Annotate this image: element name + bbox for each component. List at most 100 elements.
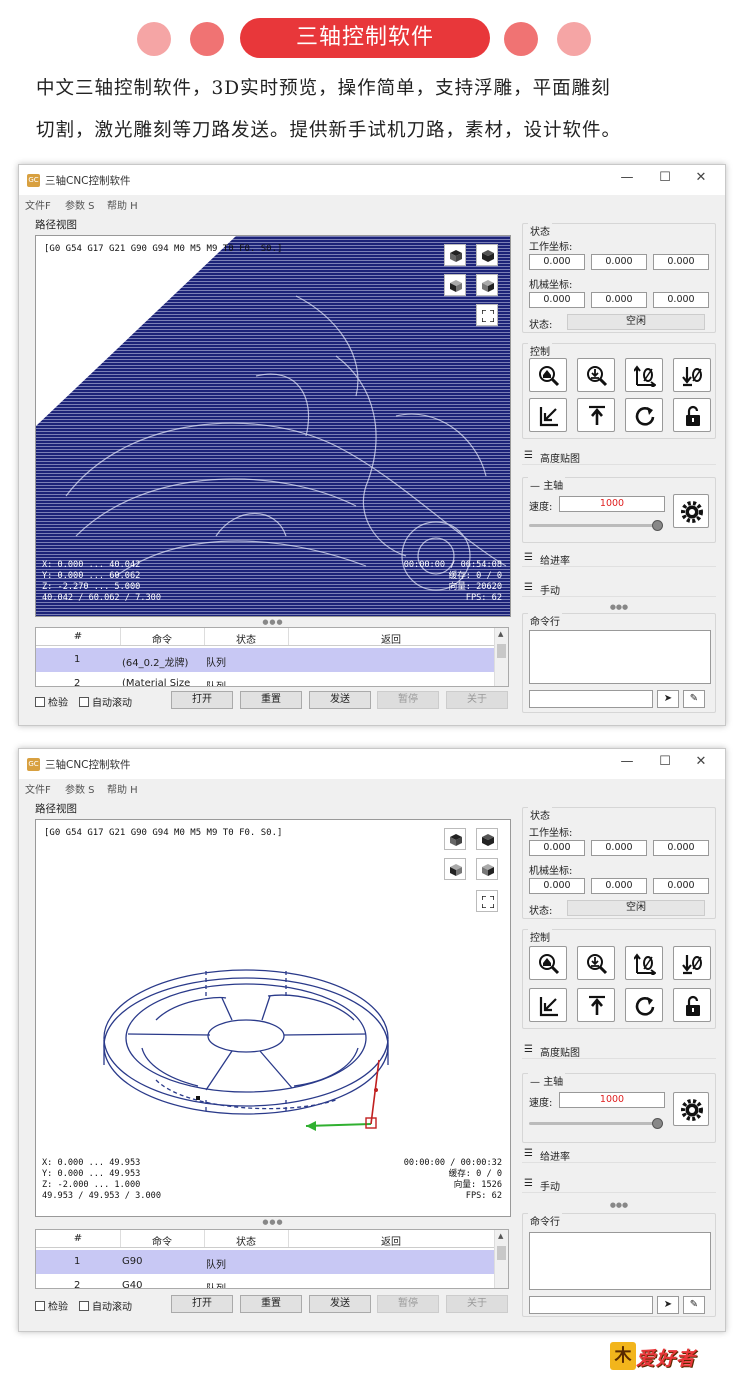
zero-z-button[interactable]: [673, 358, 711, 392]
home-button[interactable]: [529, 946, 567, 980]
table-scrollbar[interactable]: ▲: [494, 628, 508, 686]
col-status[interactable]: 状态: [204, 631, 288, 646]
splitter-handle[interactable]: ●●●: [35, 618, 511, 626]
raise-z-button[interactable]: [577, 398, 615, 432]
col-num[interactable]: #: [36, 1233, 120, 1244]
menu-params[interactable]: 参数 S: [65, 781, 95, 796]
work-z-field[interactable]: 0.000: [653, 254, 709, 270]
menu-file[interactable]: 文件F: [25, 781, 51, 796]
menu-file[interactable]: 文件F: [25, 197, 51, 212]
spindle-toggle-button[interactable]: [673, 494, 709, 528]
menu-help[interactable]: 帮助 H: [107, 781, 138, 796]
about-button[interactable]: 关于: [446, 1295, 508, 1313]
spindle-speed-slider[interactable]: [529, 1118, 663, 1129]
reset-button[interactable]: 重置: [240, 1295, 302, 1313]
zero-z-button[interactable]: [673, 946, 711, 980]
col-command[interactable]: 命令: [120, 1233, 204, 1248]
machine-y-field[interactable]: 0.000: [591, 292, 647, 308]
close-button[interactable]: ✕: [691, 754, 711, 769]
work-x-field[interactable]: 0.000: [529, 254, 585, 270]
probe-button[interactable]: [577, 946, 615, 980]
view-top-button[interactable]: [444, 828, 466, 850]
path-view-canvas[interactable]: [G0 G54 G17 G21 G90 G94 M0 M5 M9 T0 F0. …: [35, 819, 511, 1217]
splitter-handle[interactable]: ●●●: [522, 1201, 716, 1209]
path-view-canvas[interactable]: [G0 G54 G17 G21 G90 G94 M0 M5 M9 T0 F0. …: [35, 235, 511, 617]
about-button[interactable]: 关于: [446, 691, 508, 709]
reset-machine-button[interactable]: [625, 988, 663, 1022]
clear-command-button[interactable]: ✎: [683, 690, 705, 708]
title-bar[interactable]: GC 三轴CNC控制软件 — ☐ ✕: [19, 165, 725, 195]
table-row[interactable]: 1 G90 队列: [36, 1250, 494, 1274]
work-y-field[interactable]: 0.000: [591, 254, 647, 270]
raise-z-button[interactable]: [577, 988, 615, 1022]
col-num[interactable]: #: [36, 631, 120, 642]
reset-button[interactable]: 重置: [240, 691, 302, 709]
send-command-button[interactable]: ➤: [657, 1296, 679, 1314]
table-scrollbar[interactable]: ▲: [494, 1230, 508, 1288]
splitter-handle[interactable]: ●●●: [522, 603, 716, 611]
send-button[interactable]: 发送: [309, 691, 371, 709]
open-button[interactable]: 打开: [171, 1295, 233, 1313]
col-response[interactable]: 返回: [288, 631, 494, 646]
fit-view-button[interactable]: [476, 890, 498, 912]
send-button[interactable]: 发送: [309, 1295, 371, 1313]
view-front-button[interactable]: [476, 828, 498, 850]
machine-x-field[interactable]: 0.000: [529, 878, 585, 894]
col-command[interactable]: 命令: [120, 631, 204, 646]
minimize-button[interactable]: —: [617, 754, 637, 769]
spindle-speed-input[interactable]: 1000: [559, 496, 665, 512]
view-iso-button[interactable]: [476, 858, 498, 880]
home-button[interactable]: [529, 358, 567, 392]
check-verify[interactable]: 检验: [35, 694, 68, 709]
table-row[interactable]: 1 (64_0.2_龙牌) 队列: [36, 648, 494, 672]
spindle-speed-input[interactable]: 1000: [559, 1092, 665, 1108]
view-left-button[interactable]: [444, 274, 466, 296]
check-autoscroll[interactable]: 自动滚动: [79, 694, 132, 709]
view-iso-button[interactable]: [476, 274, 498, 296]
maximize-button[interactable]: ☐: [655, 754, 675, 769]
menu-params[interactable]: 参数 S: [65, 197, 95, 212]
send-command-button[interactable]: ➤: [657, 690, 679, 708]
table-row[interactable]: 2 G40 队列: [36, 1274, 494, 1288]
spindle-speed-slider[interactable]: [529, 520, 663, 531]
zero-xy-button[interactable]: [625, 358, 663, 392]
pause-button[interactable]: 暂停: [377, 691, 439, 709]
view-front-button[interactable]: [476, 244, 498, 266]
section-height-map[interactable]: ☰ 高度贴图: [522, 447, 716, 465]
section-height-map[interactable]: ☰ 高度贴图: [522, 1041, 716, 1059]
machine-y-field[interactable]: 0.000: [591, 878, 647, 894]
col-status[interactable]: 状态: [204, 1233, 288, 1248]
maximize-button[interactable]: ☐: [655, 170, 675, 185]
section-feed-rate[interactable]: ☰ 给进率: [522, 1145, 716, 1163]
reset-machine-button[interactable]: [625, 398, 663, 432]
work-x-field[interactable]: 0.000: [529, 840, 585, 856]
spindle-toggle-button[interactable]: [673, 1092, 709, 1126]
section-feed-rate[interactable]: ☰ 给进率: [522, 549, 716, 567]
command-input[interactable]: [529, 690, 653, 708]
machine-x-field[interactable]: 0.000: [529, 292, 585, 308]
col-response[interactable]: 返回: [288, 1233, 494, 1248]
unlock-button[interactable]: [673, 988, 711, 1022]
pause-button[interactable]: 暂停: [377, 1295, 439, 1313]
work-z-field[interactable]: 0.000: [653, 840, 709, 856]
return-origin-button[interactable]: [529, 398, 567, 432]
check-autoscroll[interactable]: 自动滚动: [79, 1298, 132, 1313]
probe-button[interactable]: [577, 358, 615, 392]
title-bar[interactable]: GC 三轴CNC控制软件 — ☐ ✕: [19, 749, 725, 779]
work-y-field[interactable]: 0.000: [591, 840, 647, 856]
table-row[interactable]: 2 (Material Size 队列: [36, 672, 494, 686]
close-button[interactable]: ✕: [691, 170, 711, 185]
unlock-button[interactable]: [673, 398, 711, 432]
fit-view-button[interactable]: [476, 304, 498, 326]
machine-z-field[interactable]: 0.000: [653, 878, 709, 894]
section-manual[interactable]: ☰ 手动: [522, 1175, 716, 1193]
return-origin-button[interactable]: [529, 988, 567, 1022]
zero-xy-button[interactable]: [625, 946, 663, 980]
check-verify[interactable]: 检验: [35, 1298, 68, 1313]
command-input[interactable]: [529, 1296, 653, 1314]
section-manual[interactable]: ☰ 手动: [522, 579, 716, 597]
clear-command-button[interactable]: ✎: [683, 1296, 705, 1314]
machine-z-field[interactable]: 0.000: [653, 292, 709, 308]
view-top-button[interactable]: [444, 244, 466, 266]
open-button[interactable]: 打开: [171, 691, 233, 709]
